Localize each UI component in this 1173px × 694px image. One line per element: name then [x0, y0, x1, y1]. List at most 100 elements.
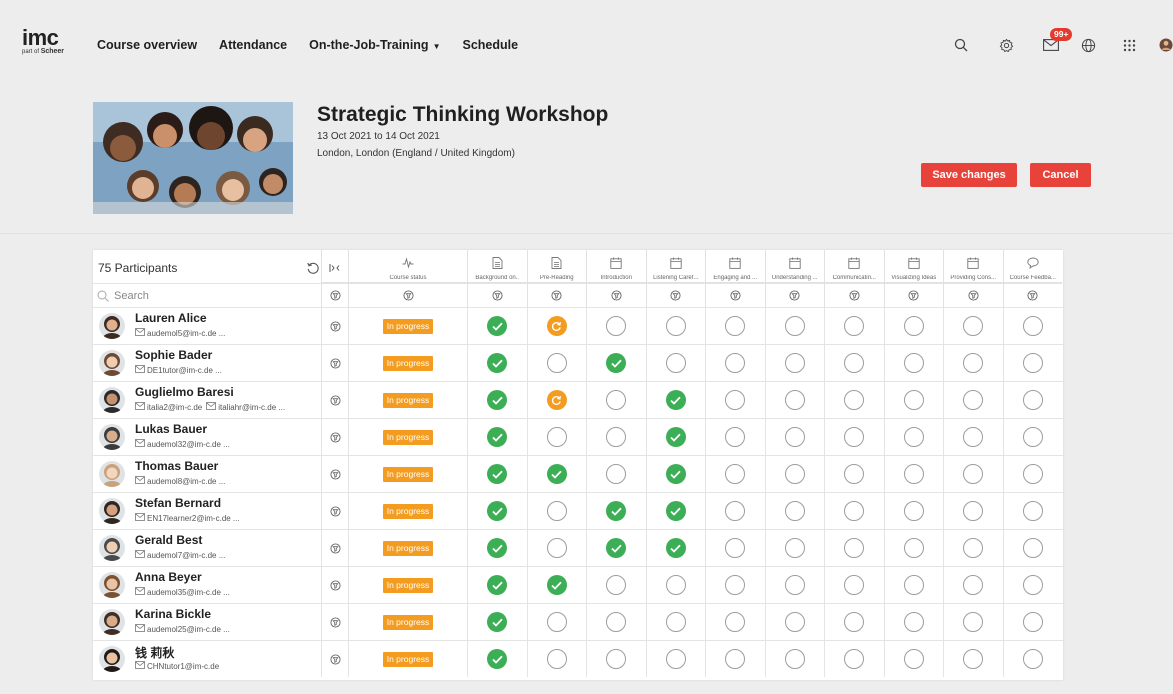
not-started-circle-icon[interactable]	[784, 390, 805, 410]
not-started-circle-icon[interactable]	[665, 575, 686, 595]
not-started-circle-icon[interactable]	[844, 612, 865, 632]
not-started-circle-icon[interactable]	[784, 501, 805, 521]
search-icon[interactable]	[950, 34, 972, 56]
filter-icon[interactable]	[883, 283, 943, 307]
not-started-circle-icon[interactable]	[1022, 353, 1043, 373]
save-changes-button[interactable]: Save changes	[921, 163, 1017, 187]
not-started-circle-icon[interactable]	[725, 316, 746, 336]
not-started-circle-icon[interactable]	[784, 612, 805, 632]
column-header[interactable]: Providing Cons...	[943, 250, 1003, 283]
column-header[interactable]: Engaging and ...	[705, 250, 765, 283]
completed-check-icon[interactable]	[487, 353, 508, 373]
not-started-circle-icon[interactable]	[903, 316, 924, 336]
column-header[interactable]: Communicatin...	[824, 250, 884, 283]
not-started-circle-icon[interactable]	[1022, 427, 1043, 447]
not-started-circle-icon[interactable]	[903, 612, 924, 632]
participant-name[interactable]: Gerald Best	[135, 533, 202, 547]
filter-icon[interactable]	[321, 283, 348, 307]
row-filter-icon[interactable]	[321, 345, 348, 381]
in-progress-icon[interactable]	[546, 316, 567, 336]
not-started-circle-icon[interactable]	[963, 390, 984, 410]
not-started-circle-icon[interactable]	[725, 427, 746, 447]
not-started-circle-icon[interactable]	[1022, 538, 1043, 558]
not-started-circle-icon[interactable]	[903, 353, 924, 373]
column-header[interactable]: Visualizing Ideas	[883, 250, 943, 283]
cancel-button[interactable]: Cancel	[1030, 163, 1091, 187]
completed-check-icon[interactable]	[546, 575, 567, 595]
not-started-circle-icon[interactable]	[1022, 649, 1043, 669]
not-started-circle-icon[interactable]	[606, 575, 627, 595]
row-filter-icon[interactable]	[321, 456, 348, 492]
not-started-circle-icon[interactable]	[963, 612, 984, 632]
not-started-circle-icon[interactable]	[844, 390, 865, 410]
not-started-circle-icon[interactable]	[963, 353, 984, 373]
not-started-circle-icon[interactable]	[844, 316, 865, 336]
column-header[interactable]: Listening Caref...	[645, 250, 705, 283]
not-started-circle-icon[interactable]	[725, 649, 746, 669]
not-started-circle-icon[interactable]	[963, 538, 984, 558]
not-started-circle-icon[interactable]	[546, 538, 567, 558]
participant-name[interactable]: Thomas Bauer	[135, 459, 218, 473]
not-started-circle-icon[interactable]	[784, 649, 805, 669]
participant-name[interactable]: Lauren Alice	[135, 311, 207, 325]
not-started-circle-icon[interactable]	[844, 575, 865, 595]
completed-check-icon[interactable]	[546, 464, 567, 484]
completed-check-icon[interactable]	[487, 575, 508, 595]
nav-schedule[interactable]: Schedule	[462, 38, 518, 52]
not-started-circle-icon[interactable]	[725, 538, 746, 558]
completed-check-icon[interactable]	[487, 649, 508, 669]
completed-check-icon[interactable]	[487, 464, 508, 484]
nav-on-the-job-training[interactable]: On-the-Job-Training ▼	[309, 38, 440, 52]
gear-icon[interactable]	[995, 34, 1017, 56]
completed-check-icon[interactable]	[665, 538, 686, 558]
filter-icon[interactable]	[645, 283, 705, 307]
not-started-circle-icon[interactable]	[665, 612, 686, 632]
user-avatar-icon[interactable]	[1155, 34, 1173, 56]
row-filter-icon[interactable]	[321, 308, 348, 344]
nav-attendance[interactable]: Attendance	[219, 38, 287, 52]
not-started-circle-icon[interactable]	[606, 649, 627, 669]
not-started-circle-icon[interactable]	[1022, 501, 1043, 521]
participant-name[interactable]: Karina Bickle	[135, 607, 211, 621]
not-started-circle-icon[interactable]	[725, 464, 746, 484]
not-started-circle-icon[interactable]	[1022, 464, 1043, 484]
not-started-circle-icon[interactable]	[725, 612, 746, 632]
column-header-course-status[interactable]: Course status	[348, 250, 467, 283]
not-started-circle-icon[interactable]	[903, 390, 924, 410]
row-filter-icon[interactable]	[321, 493, 348, 529]
not-started-circle-icon[interactable]	[903, 575, 924, 595]
not-started-circle-icon[interactable]	[963, 575, 984, 595]
completed-check-icon[interactable]	[487, 612, 508, 632]
not-started-circle-icon[interactable]	[844, 538, 865, 558]
completed-check-icon[interactable]	[487, 316, 508, 336]
not-started-circle-icon[interactable]	[844, 649, 865, 669]
filter-icon[interactable]	[705, 283, 765, 307]
row-filter-icon[interactable]	[321, 604, 348, 640]
completed-check-icon[interactable]	[487, 427, 508, 447]
column-header[interactable]: Pre-Reading	[526, 250, 586, 283]
not-started-circle-icon[interactable]	[963, 427, 984, 447]
completed-check-icon[interactable]	[606, 353, 627, 373]
imc-logo[interactable]: imc part of Scheer	[22, 27, 72, 56]
not-started-circle-icon[interactable]	[963, 649, 984, 669]
not-started-circle-icon[interactable]	[606, 427, 627, 447]
row-filter-icon[interactable]	[321, 382, 348, 418]
participant-name[interactable]: 钱 莉秋	[135, 644, 174, 661]
participant-name[interactable]: Lukas Bauer	[135, 422, 207, 436]
filter-icon[interactable]	[526, 283, 586, 307]
filter-icon[interactable]	[586, 283, 646, 307]
not-started-circle-icon[interactable]	[903, 427, 924, 447]
participant-name[interactable]: Stefan Bernard	[135, 496, 221, 510]
not-started-circle-icon[interactable]	[844, 427, 865, 447]
row-filter-icon[interactable]	[321, 641, 348, 677]
not-started-circle-icon[interactable]	[784, 353, 805, 373]
not-started-circle-icon[interactable]	[546, 353, 567, 373]
column-header[interactable]: Understanding ...	[764, 250, 824, 283]
not-started-circle-icon[interactable]	[546, 612, 567, 632]
column-header[interactable]: Background on..	[467, 250, 527, 283]
filter-icon[interactable]	[943, 283, 1003, 307]
not-started-circle-icon[interactable]	[606, 390, 627, 410]
not-started-circle-icon[interactable]	[546, 427, 567, 447]
mail-icon[interactable]: 99+	[1040, 28, 1073, 56]
completed-check-icon[interactable]	[665, 501, 686, 521]
